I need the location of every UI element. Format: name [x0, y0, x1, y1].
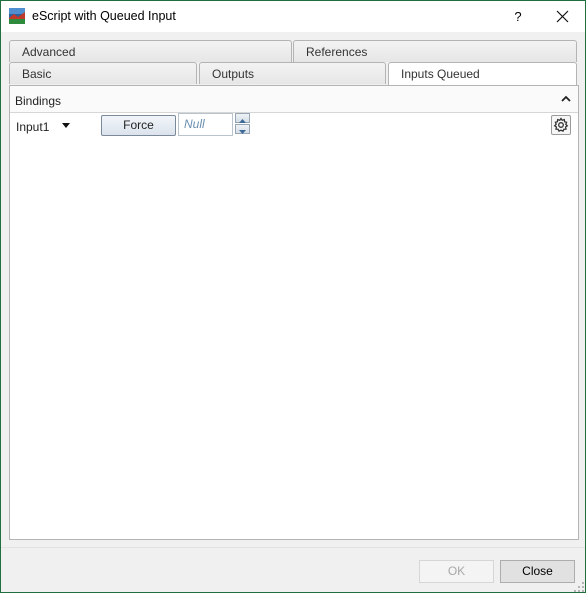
- spin-down-button[interactable]: [235, 124, 250, 134]
- input-name-label: Input1: [16, 120, 50, 134]
- tab-references-label: References: [306, 45, 368, 59]
- tab-inputs-queued-label: Inputs Queued: [401, 67, 480, 81]
- close-button[interactable]: Close: [500, 560, 575, 583]
- input-value-placeholder: Null: [184, 117, 205, 131]
- tab-advanced-label: Advanced: [22, 45, 76, 59]
- footer-separator: [1, 547, 585, 548]
- close-icon[interactable]: [541, 1, 585, 32]
- tab-references[interactable]: References: [293, 40, 577, 62]
- window-title: eScript with Queued Input: [32, 9, 176, 23]
- gear-icon: [553, 117, 569, 132]
- chevron-up-icon[interactable]: [559, 93, 573, 105]
- tab-outputs[interactable]: Outputs: [199, 62, 386, 84]
- app-icon: [9, 8, 25, 24]
- force-button[interactable]: Force: [101, 115, 176, 136]
- tab-basic[interactable]: Basic: [9, 62, 197, 84]
- value-spinner[interactable]: [235, 113, 250, 135]
- input-value-field[interactable]: Null: [178, 113, 233, 136]
- ok-button[interactable]: OK: [419, 560, 494, 583]
- settings-button[interactable]: [551, 115, 571, 135]
- bindings-title: Bindings: [15, 94, 62, 108]
- dropdown-arrow-icon[interactable]: [61, 122, 71, 130]
- dialog-window: eScript with Queued Input ? Advanced Ref…: [0, 0, 586, 593]
- tab-panel-inputs-queued: Bindings Input1 Force Null: [9, 85, 579, 540]
- tab-basic-label: Basic: [22, 67, 52, 81]
- tab-outputs-label: Outputs: [212, 67, 255, 81]
- bindings-header[interactable]: Bindings: [10, 86, 578, 113]
- spin-up-button[interactable]: [235, 113, 250, 123]
- resize-grip-icon[interactable]: [573, 581, 585, 593]
- title-bar: eScript with Queued Input ?: [1, 1, 585, 32]
- arrow-down-icon: [239, 130, 246, 134]
- tab-advanced[interactable]: Advanced: [9, 40, 292, 62]
- help-button[interactable]: ?: [501, 1, 535, 32]
- tab-inputs-queued[interactable]: Inputs Queued: [388, 62, 577, 86]
